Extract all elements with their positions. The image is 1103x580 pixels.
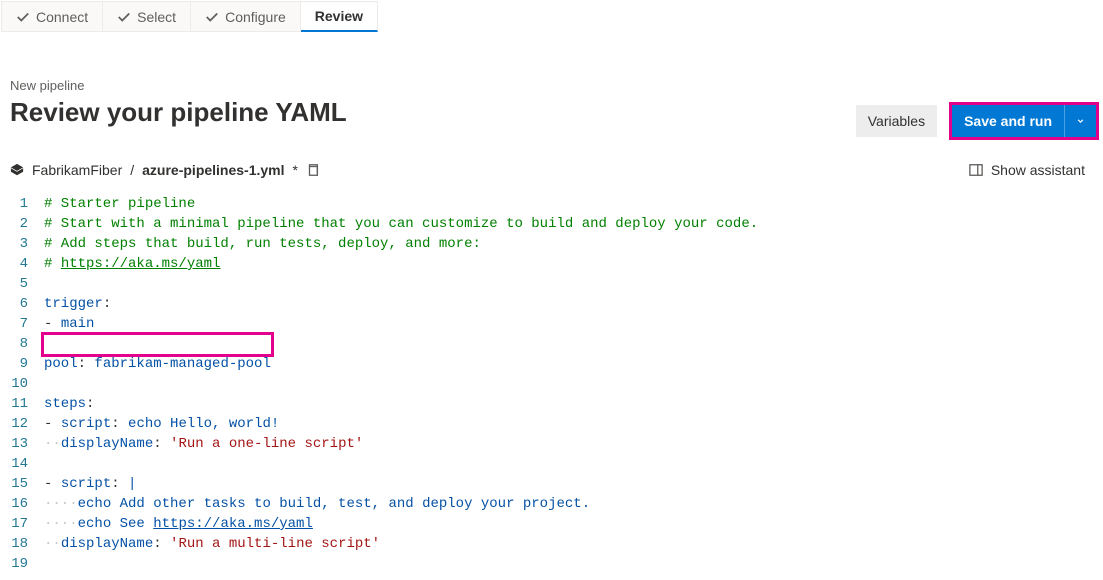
code-text: ··displayName: 'Run a one-line script' [44, 434, 363, 454]
path-sep: / [130, 162, 134, 178]
line-number: 17 [0, 514, 44, 534]
code-text: # https://aka.ms/yaml [44, 254, 220, 274]
line-number: 15 [0, 474, 44, 494]
code-text: # Starter pipeline [44, 194, 195, 214]
repo-name: FabrikamFiber [32, 162, 122, 178]
header-actions: Variables Save and run [856, 102, 1099, 140]
code-text: - script: | [44, 474, 136, 494]
line-number: 1 [0, 194, 44, 214]
code-text: pool: fabrikam-managed-pool [44, 354, 271, 374]
line-number: 3 [0, 234, 44, 254]
line-number: 13 [0, 434, 44, 454]
line-number: 11 [0, 394, 44, 414]
file-bar: FabrikamFiber / azure-pipelines-1.yml * … [0, 136, 1103, 182]
assistant-label: Show assistant [991, 162, 1085, 178]
line-number: 8 [0, 334, 44, 354]
code-text: trigger: [44, 294, 111, 314]
variables-button[interactable]: Variables [856, 105, 937, 137]
show-assistant-button[interactable]: Show assistant [969, 162, 1085, 178]
breadcrumb: New pipeline [10, 78, 1093, 93]
step-label: Review [315, 8, 363, 24]
line-number: 16 [0, 494, 44, 514]
code-text: # Start with a minimal pipeline that you… [44, 214, 758, 234]
save-run-button[interactable]: Save and run [952, 105, 1064, 137]
line-number: 6 [0, 294, 44, 314]
code-text: steps: [44, 394, 94, 414]
yaml-editor[interactable]: 1# Starter pipeline 2# Start with a mini… [0, 182, 1103, 574]
line-number: 14 [0, 454, 44, 474]
save-run-highlight: Save and run [949, 102, 1099, 140]
code-text: ····echo Add other tasks to build, test,… [44, 494, 590, 514]
check-icon [205, 10, 219, 24]
line-number: 5 [0, 274, 44, 294]
code-text: - main [44, 314, 94, 334]
step-select[interactable]: Select [103, 1, 191, 32]
code-text: # Add steps that build, run tests, deplo… [44, 234, 481, 254]
step-label: Connect [36, 9, 88, 25]
line-number: 18 [0, 534, 44, 554]
pool-highlight [41, 332, 274, 357]
chevron-down-icon [1077, 115, 1084, 127]
step-configure[interactable]: Configure [191, 1, 301, 32]
check-icon [16, 10, 30, 24]
line-number: 9 [0, 354, 44, 374]
line-number: 4 [0, 254, 44, 274]
wizard-steps: Connect Select Configure Review [0, 0, 1103, 32]
step-review[interactable]: Review [301, 1, 378, 32]
copy-icon[interactable] [306, 163, 320, 177]
step-label: Configure [225, 9, 286, 25]
line-number: 19 [0, 554, 44, 574]
line-number: 2 [0, 214, 44, 234]
save-run-dropdown[interactable] [1064, 105, 1096, 137]
check-icon [117, 10, 131, 24]
panel-icon [969, 163, 983, 177]
step-label: Select [137, 9, 176, 25]
line-number: 7 [0, 314, 44, 334]
code-text: ····echo See https://aka.ms/yaml [44, 514, 313, 534]
step-connect[interactable]: Connect [1, 1, 103, 32]
file-path: FabrikamFiber / azure-pipelines-1.yml * [10, 162, 320, 178]
file-name: azure-pipelines-1.yml [142, 162, 284, 178]
repo-icon [10, 163, 24, 177]
line-number: 12 [0, 414, 44, 434]
code-text: ··displayName: 'Run a multi-line script' [44, 534, 380, 554]
code-text: - script: echo Hello, world! [44, 414, 279, 434]
header: New pipeline Review your pipeline YAML V… [0, 32, 1103, 136]
line-number: 10 [0, 374, 44, 394]
dirty-indicator: * [293, 162, 298, 178]
